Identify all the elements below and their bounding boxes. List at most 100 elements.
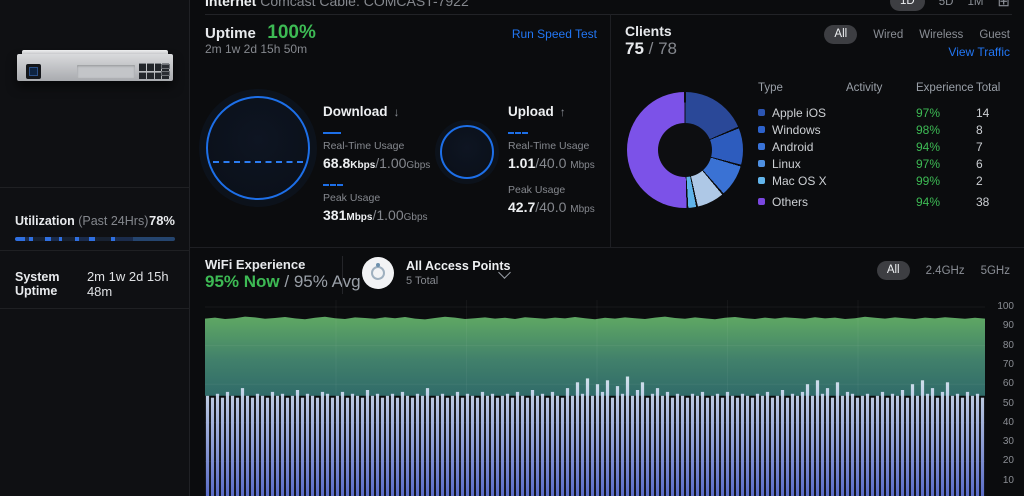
y-tick-label: 90 <box>1003 320 1014 331</box>
y-tick-label: 60 <box>1003 378 1014 389</box>
sidebar: Utilization (Past 24Hrs) 78% System Upti… <box>0 0 190 496</box>
realtime-usage-label: Real-Time Usage <box>323 140 473 152</box>
calendar-icon[interactable]: ⊞ <box>997 0 1010 9</box>
download-realtime-value: 68.8Kbps/1.00Gbps <box>323 155 473 171</box>
table-row: Apple iOS 97% 14 <box>758 104 1010 121</box>
y-tick-label: 100 <box>997 301 1014 312</box>
download-peak-value: 381Mbps/1.00Gbps <box>323 207 473 223</box>
divider <box>0 250 190 251</box>
device-sfp-ports <box>161 64 170 78</box>
uptime-duration: 2m 1w 2d 15h 50m <box>205 42 307 56</box>
clients-tab-wired[interactable]: Wired <box>873 29 903 41</box>
clients-tab-wireless[interactable]: Wireless <box>919 29 963 41</box>
wifi-now-value: 95% Now <box>205 272 280 291</box>
utilization-sparkline <box>15 237 175 241</box>
donut-hole <box>658 123 712 177</box>
download-gauge <box>206 96 310 200</box>
access-point-icon <box>362 257 394 289</box>
type-color-dot <box>758 126 765 133</box>
divider <box>0 308 190 309</box>
experience-value: 94% <box>916 140 976 154</box>
ap-selector-label: All Access Points <box>406 259 510 273</box>
device-lcd-screen <box>26 64 41 79</box>
table-row: Linux 97% 6 <box>758 155 1010 172</box>
divider <box>0 187 190 188</box>
realtime-line-icon <box>323 132 341 134</box>
internet-detail: Comcast Cable: COMCAST-7922 <box>260 0 469 9</box>
type-color-dot <box>758 177 765 184</box>
table-header: Type Activity Experience Total <box>758 82 1010 94</box>
system-uptime-block: System Uptime 2m 1w 2d 15h 48m <box>0 269 190 299</box>
divider <box>342 256 343 294</box>
uptime-value: 100% <box>267 22 316 43</box>
y-tick-label: 40 <box>1003 417 1014 428</box>
uptime-heading: Uptime 100% <box>205 22 316 44</box>
type-color-dot <box>758 143 765 150</box>
range-tab-5d[interactable]: 5D <box>939 0 954 8</box>
client-types-table: Type Activity Experience Total Apple iOS… <box>758 82 1010 210</box>
download-arrow-icon: ↓ <box>394 105 400 119</box>
table-row: Others 94% 38 <box>758 193 1010 210</box>
clients-tab-all[interactable]: All <box>824 25 857 44</box>
range-tab-1d[interactable]: 1D <box>890 0 925 11</box>
utilization-value: 78% <box>149 213 175 228</box>
ap-selector-text: All Access Points 5 Total <box>406 259 510 287</box>
access-point-selector[interactable]: All Access Points 5 Total <box>362 257 510 289</box>
table-row: Android 94% 7 <box>758 138 1010 155</box>
divider <box>205 14 1012 15</box>
total-value: 8 <box>976 123 1010 137</box>
system-uptime-label: System Uptime <box>15 270 87 298</box>
upload-arrow-icon: ↑ <box>560 105 566 119</box>
download-legend: Download↓ Real-Time Usage 68.8Kbps/1.00G… <box>323 104 473 223</box>
table-row: Windows 98% 8 <box>758 121 1010 138</box>
system-uptime-value: 2m 1w 2d 15h 48m <box>87 269 175 299</box>
clients-tab-guest[interactable]: Guest <box>979 29 1010 41</box>
clients-total: / 78 <box>649 39 677 58</box>
peak-line-icon <box>323 184 343 186</box>
y-tick-label: 50 <box>1003 398 1014 409</box>
run-speed-test-link[interactable]: Run Speed Test <box>512 27 597 41</box>
uptime-label: Uptime <box>205 25 256 42</box>
range-tab-1m[interactable]: 1M <box>967 0 983 8</box>
peak-usage-label: Peak Usage <box>323 192 473 204</box>
y-tick-label: 80 <box>1003 340 1014 351</box>
download-label: Download↓ <box>323 104 473 119</box>
utilization-label: Utilization (Past 24Hrs) <box>15 214 148 228</box>
table-row: Mac OS X 99% 2 <box>758 172 1010 189</box>
wifi-tab-5ghz[interactable]: 5GHz <box>981 265 1010 277</box>
utilization-block: Utilization (Past 24Hrs) 78% <box>0 205 190 241</box>
chart-y-axis: 100908070605040302010 <box>990 300 1016 496</box>
internet-header: Internet Comcast Cable: COMCAST-7922 1D … <box>190 0 1024 15</box>
experience-value: 94% <box>916 195 976 209</box>
wifi-experience-chart <box>205 300 985 496</box>
y-tick-label: 20 <box>1003 455 1014 466</box>
download-peak-line <box>213 161 303 163</box>
experience-value: 97% <box>916 157 976 171</box>
experience-value: 98% <box>916 123 976 137</box>
gateway-device-image <box>17 50 173 84</box>
y-tick-label: 70 <box>1003 359 1014 370</box>
total-value: 38 <box>976 195 1010 209</box>
divider <box>190 247 1024 248</box>
clients-title: Clients <box>625 23 672 39</box>
total-value: 2 <box>976 174 1010 188</box>
clients-count: 75 / 78 <box>625 39 677 59</box>
device-drive-bay <box>77 65 135 78</box>
realtime-line-icon <box>508 132 528 134</box>
peak-usage-label: Peak Usage <box>508 184 658 196</box>
clients-filter-tabs: All Wired Wireless Guest <box>824 25 1010 44</box>
wifi-avg-value: 95% Avg <box>294 272 361 291</box>
type-color-dot <box>758 198 765 205</box>
type-color-dot <box>758 109 765 116</box>
wifi-tab-24ghz[interactable]: 2.4GHz <box>926 265 965 277</box>
time-range-tabs: 1D 5D 1M ⊞ <box>890 0 1010 11</box>
experience-value: 99% <box>916 174 976 188</box>
internet-title: Internet Comcast Cable: COMCAST-7922 <box>205 0 469 9</box>
wifi-tab-all[interactable]: All <box>877 261 910 280</box>
ap-selector-count: 5 Total <box>406 275 510 287</box>
total-value: 14 <box>976 106 1010 120</box>
utilization-period: (Past 24Hrs) <box>78 214 148 228</box>
view-traffic-link[interactable]: View Traffic <box>948 45 1010 59</box>
internet-label: Internet <box>205 0 256 9</box>
device-front-panel <box>17 54 173 81</box>
